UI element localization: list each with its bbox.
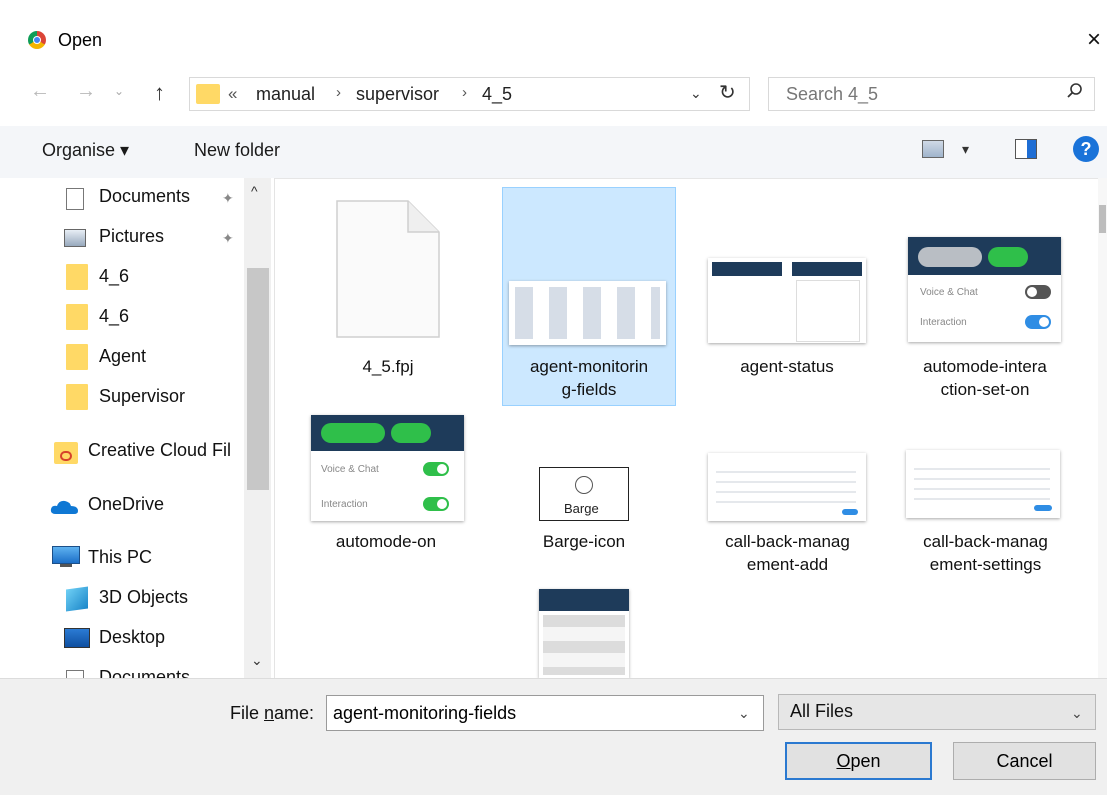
pin-icon: ✦ bbox=[222, 190, 234, 206]
up-icon[interactable]: ↑ bbox=[154, 80, 165, 106]
title-bar bbox=[0, 0, 1107, 82]
new-folder-button[interactable]: New folder bbox=[194, 140, 280, 161]
cancel-button[interactable]: Cancel bbox=[953, 742, 1096, 780]
blank-file-icon[interactable] bbox=[336, 200, 440, 338]
breadcrumb-4-5[interactable]: 4_5 bbox=[482, 84, 512, 105]
content-scrollbar-thumb[interactable] bbox=[1099, 205, 1106, 233]
navigation-pane: Documents ✦ Pictures ✦ 4_6 4_6 Agent Sup… bbox=[0, 178, 275, 678]
file-thumbnail[interactable]: Barge bbox=[539, 467, 629, 521]
file-thumbnail[interactable] bbox=[539, 589, 629, 678]
sidebar-item-4-6[interactable]: 4_6 bbox=[99, 306, 129, 327]
file-label[interactable]: Barge-icon bbox=[519, 530, 649, 553]
refresh-icon[interactable]: ↻ bbox=[719, 80, 736, 105]
content-scrollbar[interactable] bbox=[1098, 178, 1107, 678]
sidebar-item-this-pc[interactable]: This PC bbox=[88, 547, 152, 568]
documents-icon bbox=[66, 188, 84, 210]
back-icon[interactable]: ← bbox=[30, 80, 50, 103]
chevron-down-icon[interactable]: ⌄ bbox=[738, 705, 750, 722]
onedrive-icon bbox=[50, 500, 78, 514]
sidebar-item-3d-objects[interactable]: 3D Objects bbox=[99, 587, 188, 608]
thumb-interaction-label: Interaction bbox=[321, 499, 368, 510]
change-view-icon[interactable] bbox=[922, 140, 944, 158]
documents-icon bbox=[66, 670, 84, 678]
chevron-down-icon[interactable]: ⌄ bbox=[1071, 705, 1083, 722]
pictures-icon bbox=[64, 229, 86, 247]
file-thumbnail[interactable] bbox=[509, 281, 666, 345]
file-type-value: All Files bbox=[790, 701, 854, 721]
sidebar-item-documents[interactable]: Documents bbox=[99, 186, 190, 207]
file-label[interactable]: agent-monitorin g-fields bbox=[509, 355, 669, 401]
help-icon[interactable]: ? bbox=[1073, 136, 1099, 162]
window-title: Open bbox=[58, 30, 103, 50]
folder-icon bbox=[66, 344, 88, 370]
sidebar-item-creative-cloud[interactable]: Creative Cloud Fil bbox=[88, 440, 231, 461]
search-placeholder: Search 4_5 bbox=[786, 84, 879, 104]
sidebar-item-4-6[interactable]: 4_6 bbox=[99, 266, 129, 287]
file-thumbnail[interactable] bbox=[906, 450, 1060, 518]
desktop-icon bbox=[64, 628, 90, 648]
breadcrumb-separator-icon[interactable]: › bbox=[462, 84, 467, 101]
sidebar-item-pictures[interactable]: Pictures bbox=[99, 226, 164, 247]
view-dropdown-icon[interactable]: ▾ bbox=[962, 141, 969, 158]
chevron-down-icon[interactable]: ⌄ bbox=[690, 85, 702, 102]
file-thumbnail[interactable]: Voice & Chat Interaction bbox=[311, 415, 464, 521]
breadcrumb-separator-icon[interactable]: › bbox=[336, 84, 341, 101]
scroll-down-icon[interactable]: ⌄ bbox=[251, 652, 263, 669]
sidebar-item-desktop[interactable]: Desktop bbox=[99, 627, 165, 648]
this-pc-stand bbox=[60, 564, 72, 567]
thumb-barge-label: Barge bbox=[564, 501, 599, 516]
file-thumbnail[interactable] bbox=[708, 453, 866, 521]
folder-icon bbox=[66, 264, 88, 290]
scroll-up-icon[interactable]: ^ bbox=[251, 183, 258, 199]
chrome-icon bbox=[28, 31, 46, 49]
sidebar-item-documents-2[interactable]: Documents bbox=[99, 667, 190, 678]
preview-pane-icon[interactable] bbox=[1015, 139, 1037, 159]
search-icon[interactable] bbox=[1066, 82, 1084, 100]
file-name-input[interactable] bbox=[326, 695, 764, 731]
close-button[interactable]: × bbox=[1080, 24, 1107, 56]
file-label[interactable]: automode-intera ction-set-on bbox=[900, 355, 1070, 401]
forward-icon[interactable]: → bbox=[76, 80, 96, 103]
sidebar-item-supervisor[interactable]: Supervisor bbox=[99, 386, 185, 407]
file-label[interactable]: 4_5.fpj bbox=[325, 355, 451, 378]
thumb-voice-chat-label: Voice & Chat bbox=[321, 464, 379, 475]
thumb-interaction-label: Interaction bbox=[920, 317, 967, 328]
3d-objects-icon bbox=[66, 586, 88, 612]
file-label[interactable]: call-back-manag ement-settings bbox=[898, 530, 1073, 576]
file-name-label: File name: bbox=[230, 703, 315, 723]
nav-scrollbar-thumb[interactable] bbox=[247, 268, 269, 490]
file-label[interactable]: call-back-manag ement-add bbox=[700, 530, 875, 576]
overflow-chevron[interactable]: « bbox=[228, 84, 237, 104]
sidebar-item-onedrive[interactable]: OneDrive bbox=[88, 494, 164, 515]
this-pc-icon bbox=[52, 546, 80, 564]
file-thumbnail[interactable]: Voice & Chat Interaction bbox=[908, 237, 1061, 342]
sidebar-item-agent[interactable]: Agent bbox=[99, 346, 146, 367]
thumb-voice-chat-label: Voice & Chat bbox=[920, 287, 978, 298]
file-label[interactable]: automode-on bbox=[316, 530, 456, 553]
creative-cloud-icon bbox=[54, 442, 78, 464]
breadcrumb-manual[interactable]: manual bbox=[256, 84, 315, 105]
organise-button[interactable]: Organise ▾ bbox=[42, 140, 129, 161]
pin-icon: ✦ bbox=[222, 230, 234, 246]
open-button[interactable]: Open bbox=[785, 742, 932, 780]
breadcrumb-supervisor[interactable]: supervisor bbox=[356, 84, 439, 105]
folder-icon bbox=[196, 84, 220, 104]
file-label[interactable]: agent-status bbox=[717, 355, 857, 378]
folder-icon bbox=[66, 304, 88, 330]
recent-locations-icon[interactable]: ⌄ bbox=[114, 84, 124, 98]
file-thumbnail[interactable] bbox=[708, 258, 866, 343]
folder-icon bbox=[66, 384, 88, 410]
